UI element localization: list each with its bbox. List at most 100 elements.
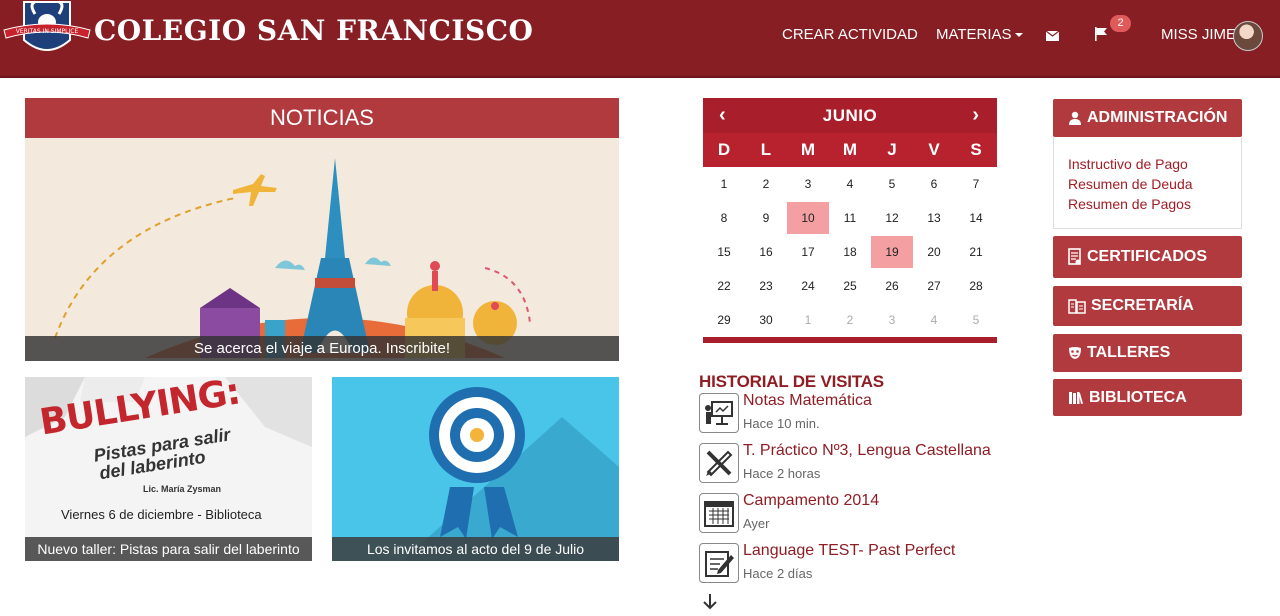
rosette-award-image — [402, 387, 619, 561]
calendar-day[interactable]: 4 — [913, 303, 955, 337]
calendar-day[interactable]: 2 — [829, 303, 871, 337]
books-icon — [1069, 391, 1083, 404]
calendar-month: JUNIO — [822, 106, 878, 125]
history-item-name[interactable]: Notas Matemática — [743, 392, 872, 410]
news-tile-bullying[interactable]: BULLYING: Pistas para salir del laberint… — [25, 377, 312, 561]
calendar-day[interactable]: 22 — [703, 269, 745, 303]
materias-dropdown[interactable]: MATERIAS — [936, 26, 1023, 43]
history-item-time: Ayer — [743, 516, 770, 531]
calendar-footer-bar — [703, 337, 997, 343]
calendar-day[interactable]: 28 — [955, 269, 997, 303]
history-title: HISTORIAL DE VISITAS — [699, 372, 884, 391]
calendar-day[interactable]: 1 — [787, 303, 829, 337]
calendar-day[interactable]: 4 — [829, 167, 871, 201]
calendar-day-number: 9 — [762, 211, 770, 225]
crear-actividad-link[interactable]: CREAR ACTIVIDAD — [782, 26, 918, 43]
calendar-day-number: 15 — [717, 245, 731, 259]
calendar-day-number: 12 — [885, 211, 899, 225]
bullying-author: Lic. María Zysman — [143, 484, 222, 494]
calendar-day[interactable]: 12 — [871, 201, 913, 235]
news-tile-acto[interactable]: Los invitamos al acto del 9 de Julio — [332, 377, 619, 561]
calendar-day-number: 14 — [969, 211, 983, 225]
instructivo-pago-link[interactable]: Instructivo de Pago — [1068, 154, 1241, 174]
calendar-day[interactable]: 15 — [703, 235, 745, 269]
resumen-pagos-link[interactable]: Resumen de Pagos — [1068, 194, 1241, 214]
history-item[interactable]: Language TEST- Past Perfect Hace 2 días — [699, 542, 999, 587]
secretaria-button[interactable]: SECRETARÍA — [1053, 286, 1242, 326]
calendar-day[interactable]: 6 — [913, 167, 955, 201]
weekday-label: J — [887, 140, 897, 159]
hero-news-image[interactable]: Se acerca el viaje a Europa. Inscribite! — [25, 138, 619, 361]
history-item-name[interactable]: Language TEST- Past Perfect — [743, 542, 955, 560]
certificados-button[interactable]: CERTIFICADOS — [1053, 236, 1242, 278]
calendar-day[interactable]: 26 — [871, 269, 913, 303]
flag-icon[interactable] — [1094, 27, 1108, 45]
calendar-day[interactable]: 13 — [913, 201, 955, 235]
history-item-name[interactable]: Campamento 2014 — [743, 492, 879, 510]
certificate-icon — [1068, 248, 1081, 265]
calendar-weekdays: D L M M J V S — [703, 133, 997, 167]
history-item-time: Hace 2 días — [743, 566, 813, 581]
calendar-day[interactable]: 20 — [913, 235, 955, 269]
calendar-day[interactable]: 11 — [829, 201, 871, 235]
calendar-day[interactable]: 18 — [829, 235, 871, 269]
calendar-next-button[interactable]: › — [972, 104, 979, 127]
calendar-day[interactable]: 1 — [703, 167, 745, 201]
calendar-day[interactable]: 8 — [703, 201, 745, 235]
mail-icon[interactable] — [1045, 28, 1060, 45]
calendar-day[interactable]: 5 — [955, 303, 997, 337]
arrow-down-icon[interactable] — [702, 592, 718, 612]
biblioteca-button[interactable]: BIBLIOTECA — [1053, 379, 1242, 416]
calendar-day[interactable]: 27 — [913, 269, 955, 303]
history-item[interactable]: Campamento 2014 Ayer — [699, 492, 999, 537]
materias-label: MATERIAS — [936, 26, 1012, 43]
calendar-day[interactable]: 16 — [745, 235, 787, 269]
calendar-day[interactable]: 25 — [829, 269, 871, 303]
calendar-day[interactable]: 30 — [745, 303, 787, 337]
news-header: NOTICIAS — [25, 98, 619, 138]
calendar-day[interactable]: 9 — [745, 201, 787, 235]
calendar-day-number: 11 — [843, 211, 857, 225]
calendar-day[interactable]: 2 — [745, 167, 787, 201]
calendar-day[interactable]: 3 — [787, 167, 829, 201]
calendar-icon — [699, 493, 739, 533]
school-crest-logo: VERITAS IN SIMPLICE — [3, 0, 91, 51]
calendar-day[interactable]: 17 — [787, 235, 829, 269]
calendar-day-number: 25 — [843, 279, 857, 293]
calendar-day[interactable]: 29 — [703, 303, 745, 337]
calendar-day[interactable]: 14 — [955, 201, 997, 235]
history-item[interactable]: T. Práctico Nº3, Lengua Castellana Hace … — [699, 442, 999, 487]
weekday-label: M — [800, 140, 816, 159]
user-icon — [1069, 111, 1081, 125]
calendar-day-number: 1 — [720, 177, 728, 191]
calendar-day[interactable]: 24 — [787, 269, 829, 303]
history-item[interactable]: Notas Matemática Hace 10 min. — [699, 392, 999, 437]
tile2-caption: Los invitamos al acto del 9 de Julio — [332, 537, 619, 561]
calendar-day-number: 3 — [888, 313, 896, 327]
user-menu[interactable]: MISS JIME — [1161, 26, 1236, 43]
history-item-name[interactable]: T. Práctico Nº3, Lengua Castellana — [743, 442, 991, 460]
calendar-day-number: 2 — [846, 313, 854, 327]
avatar[interactable] — [1233, 21, 1263, 51]
calendar-day[interactable]: 3 — [871, 303, 913, 337]
calendar-day[interactable]: 21 — [955, 235, 997, 269]
talleres-button[interactable]: TALLERES — [1053, 334, 1242, 372]
history-item-time: Hace 2 horas — [743, 466, 821, 481]
calendar-day-event[interactable]: 19 — [871, 235, 913, 269]
admin-panel-label: ADMINISTRACIÓN — [1087, 109, 1228, 126]
calendar-day-number: 4 — [846, 177, 854, 191]
brand-title[interactable]: COLEGIO SAN FRANCISCO — [94, 14, 533, 47]
calendar-day-number: 7 — [972, 177, 980, 191]
calendar-day-event[interactable]: 10 — [787, 201, 829, 235]
calendar-day-number: 16 — [759, 245, 773, 259]
pencil-ruler-icon — [699, 443, 739, 483]
admin-panel-header[interactable]: ADMINISTRACIÓN — [1053, 99, 1242, 137]
calendar-day[interactable]: 5 — [871, 167, 913, 201]
calendar-day[interactable]: 7 — [955, 167, 997, 201]
calendar-day[interactable]: 23 — [745, 269, 787, 303]
top-navbar: VERITAS IN SIMPLICE COLEGIO SAN FRANCISC… — [0, 0, 1280, 78]
resumen-deuda-link[interactable]: Resumen de Deuda — [1068, 174, 1241, 194]
weekday-label: M — [842, 140, 858, 159]
weekday-label: D — [717, 140, 731, 159]
calendar-day-number: 27 — [927, 279, 941, 293]
